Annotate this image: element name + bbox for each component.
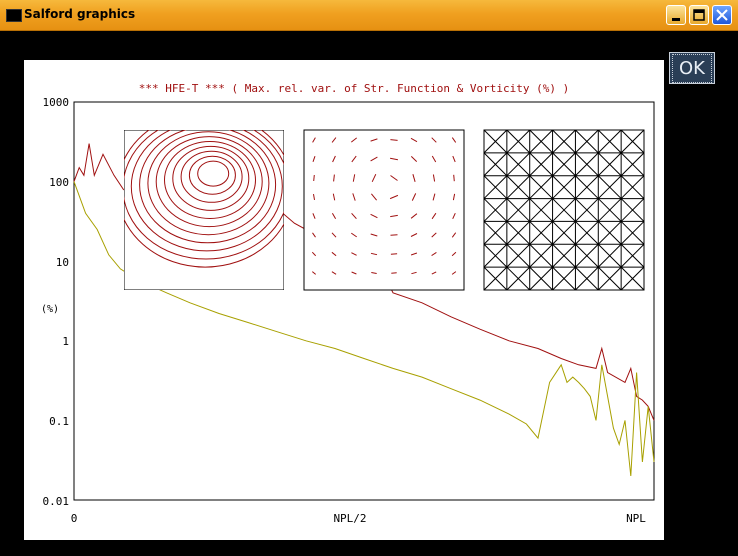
window-title: Salford graphics: [24, 7, 136, 21]
y-tick-100: 100: [49, 176, 69, 189]
title-bar[interactable]: Salford graphics: [0, 0, 738, 31]
vorticity-vector: [313, 174, 315, 182]
x-tick-npl-half: NPL/2: [333, 512, 366, 525]
x-tick-0: 0: [71, 512, 78, 525]
maximize-button[interactable]: [689, 5, 709, 25]
ok-button[interactable]: OK: [669, 52, 715, 84]
window-icon: [6, 9, 22, 22]
maximize-icon: [693, 9, 705, 21]
y-axis-label: (%): [41, 304, 59, 315]
inset-vorticity-vectors: [303, 129, 465, 291]
chart-title: *** HFE-T *** ( Max. rel. var. of Str. F…: [139, 82, 569, 95]
x-tick-npl: NPL: [626, 512, 646, 525]
y-tick-0.1: 0.1: [49, 415, 69, 428]
inset-streamline-contours: [124, 130, 284, 290]
y-tick-1: 1: [62, 335, 69, 348]
y-tick-1000: 1000: [43, 96, 70, 109]
minimize-button[interactable]: [666, 5, 686, 25]
close-button[interactable]: [712, 5, 732, 25]
salford-graphics-window: Salford graphics *** HFE-T *** ( Max. re…: [0, 0, 738, 556]
y-tick-0.01: 0.01: [43, 495, 70, 508]
vorticity-vector: [390, 234, 398, 236]
graphics-canvas: *** HFE-T *** ( Max. rel. var. of Str. F…: [24, 60, 664, 540]
y-tick-10: 10: [56, 256, 69, 269]
vorticity-vector: [453, 174, 455, 182]
inset-triangular-mesh: [483, 129, 645, 291]
chart-svg: *** HFE-T *** ( Max. rel. var. of Str. F…: [41, 82, 655, 525]
minimize-icon: [672, 18, 680, 21]
ok-button-label: OK: [672, 53, 712, 83]
close-icon: [716, 9, 728, 21]
